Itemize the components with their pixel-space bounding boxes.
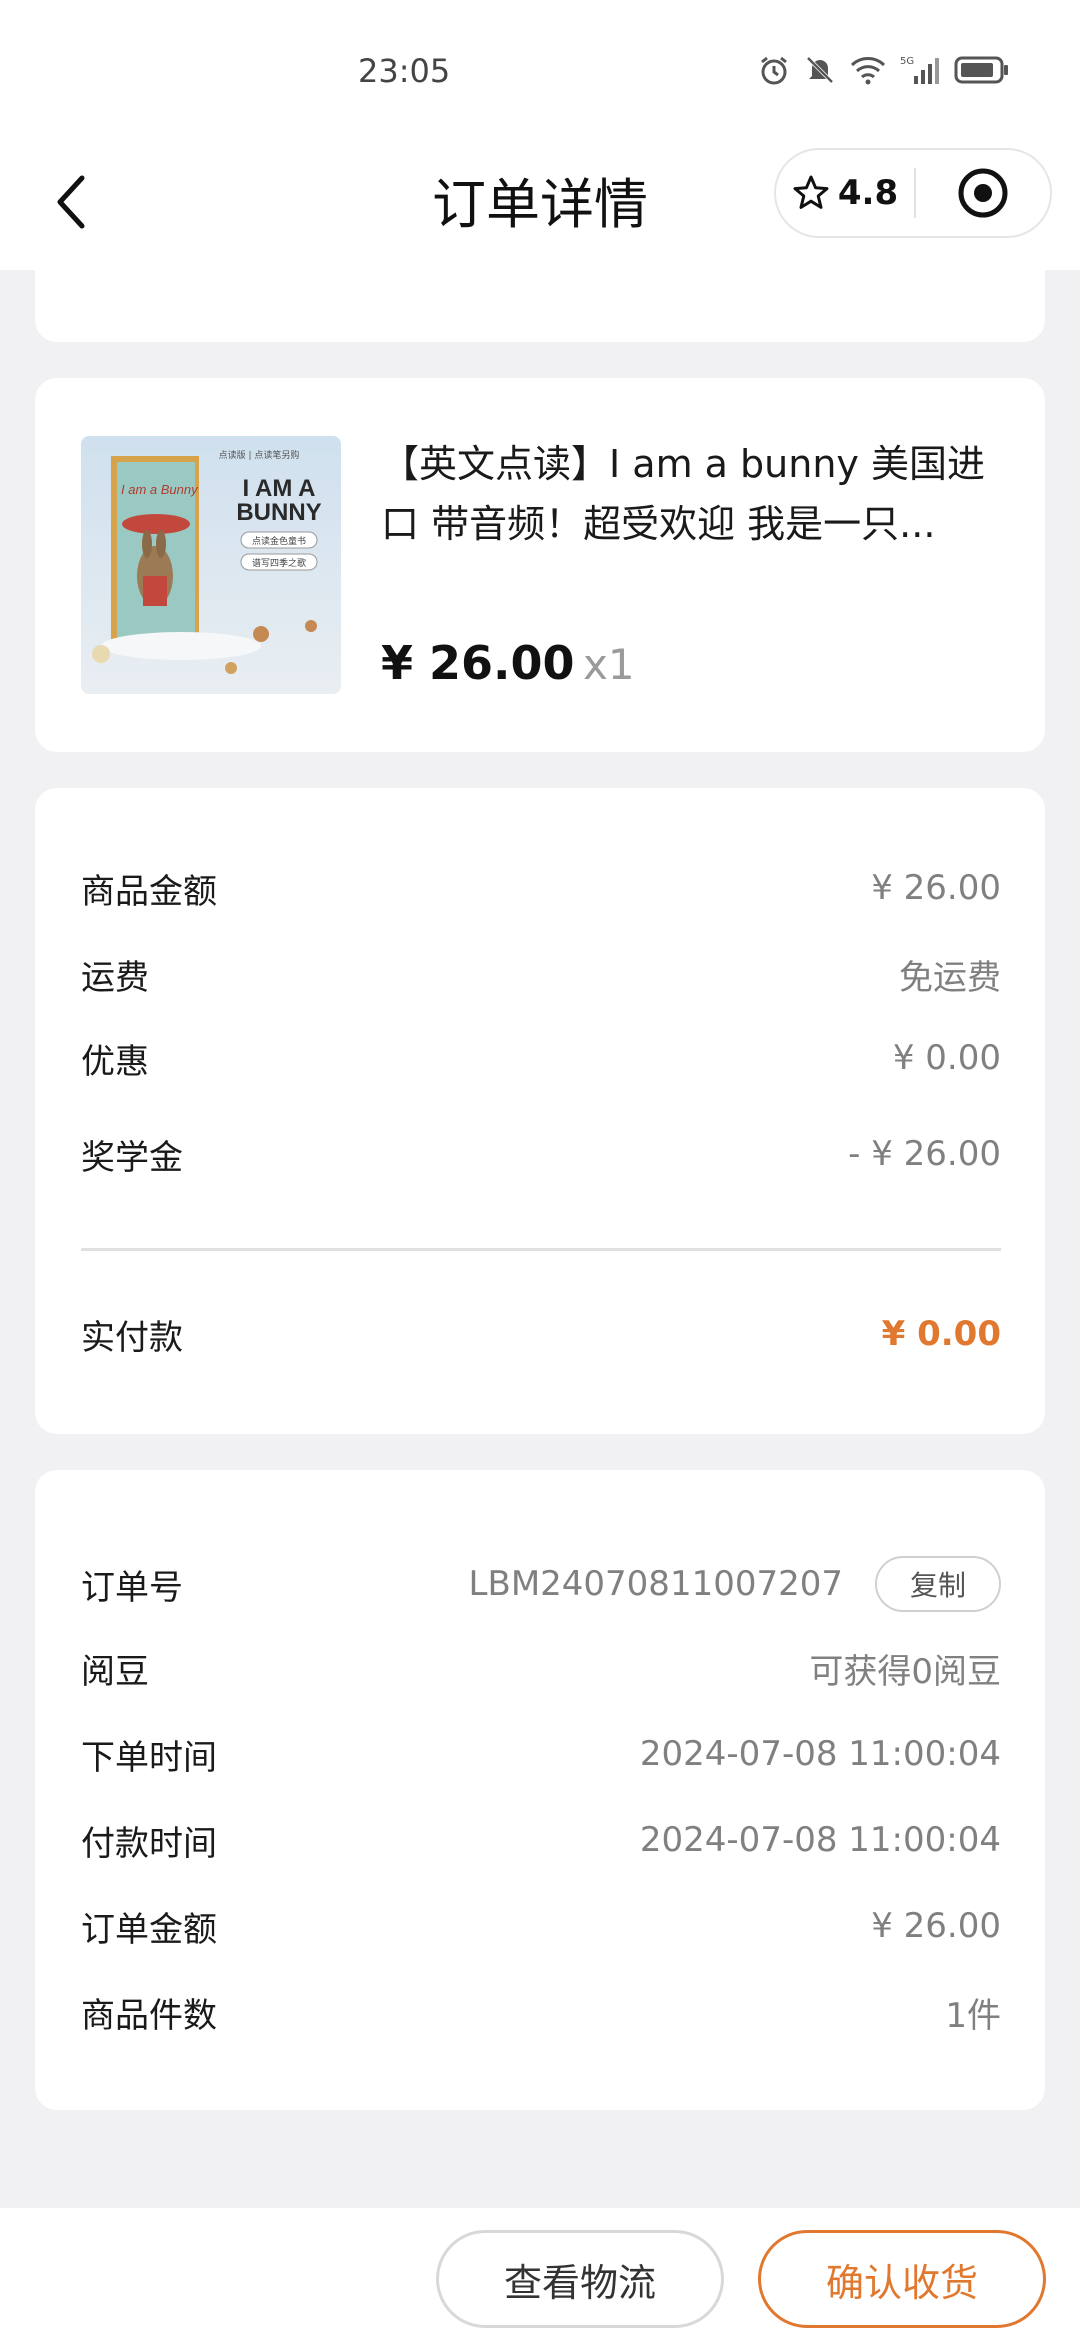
price-row-goods: 商品金额 ¥ 26.00 [81,858,1001,918]
price-row-scholarship: 奖学金 - ¥ 26.00 [81,1124,1001,1184]
back-button[interactable] [40,162,100,242]
bottom-action-bar: 查看物流 确认收货 [0,2208,1080,2344]
battery-icon [954,56,1008,84]
row-label: 商品金额 [81,871,217,912]
row-label: 下单时间 [81,1737,217,1778]
total-label: 实付款 [81,1317,183,1358]
order-detail-page: 23:05 5G 订单详情 4.8 I am a Bunny 点读版 | 点读笔… [0,0,1080,2344]
row-label: 运费 [81,957,149,998]
product-card[interactable]: I am a Bunny 点读版 | 点读笔另购 I AM A BUNNY 点读… [35,378,1045,752]
divider [81,1248,1001,1251]
row-label: 优惠 [81,1041,149,1082]
rating-button[interactable]: 4.8 [776,150,914,236]
svg-text:BUNNY: BUNNY [236,499,321,526]
row-label: 阅豆 [81,1651,149,1692]
alarm-icon [761,56,787,85]
row-value: - ¥ 26.00 [848,1134,1001,1174]
copy-button[interactable]: 复制 [875,1556,1001,1612]
order-row-amount: 订单金额 ¥ 26.00 [81,1896,1001,1956]
view-logistics-button[interactable]: 查看物流 [436,2230,724,2328]
product-image: I am a Bunny 点读版 | 点读笔另购 I AM A BUNNY 点读… [81,436,341,694]
svg-text:谱写四季之歌: 谱写四季之歌 [252,557,306,569]
status-bar: 23:05 5G [0,0,1080,140]
confirm-receipt-button[interactable]: 确认收货 [758,2230,1046,2328]
order-number-row: 订单号 LBM24070811007207 复制 [81,1554,1001,1614]
wifi-icon [850,57,886,85]
product-quantity: x1 [583,640,635,689]
row-value: 1件 [945,1995,1001,2036]
row-value: 免运费 [899,957,1001,998]
svg-text:5G: 5G [900,56,914,67]
signal-5g-icon: 5G [900,56,939,84]
row-label: 付款时间 [81,1823,217,1864]
close-program-button[interactable] [916,150,1050,236]
order-number-label: 订单号 [81,1567,183,1608]
price-row-discount: 优惠 ¥ 0.00 [81,1028,1001,1088]
order-row-count: 商品件数 1件 [81,1982,1001,2042]
product-title: 【英文点读】I am a bunny 美国进口 带音频！超受欢迎 我是一只... [381,442,985,546]
row-value: ¥ 0.00 [892,1038,1001,1078]
product-price: ¥ 26.00 [381,636,575,690]
row-label: 订单金额 [81,1909,217,1950]
svg-text:点读金色童书: 点读金色童书 [252,535,306,547]
svg-text:I am a Bunny: I am a Bunny [121,482,199,497]
mini-program-capsule: 4.8 [774,148,1052,238]
total-value: ¥ 0.00 [881,1314,1001,1354]
row-label: 奖学金 [81,1137,183,1178]
status-icons: 5G [758,54,1010,86]
row-value: 可获得0阅豆 [809,1651,1001,1692]
svg-text:I AM A: I AM A [243,475,316,502]
price-row-total: 实付款 ¥ 0.00 [81,1304,1001,1364]
row-value: ¥ 26.00 [871,868,1001,908]
price-summary-card: 商品金额 ¥ 26.00 运费 免运费 优惠 ¥ 0.00 奖学金 - ¥ 26… [35,788,1045,1434]
order-number-value: LBM24070811007207 [468,1564,843,1604]
row-value: 2024-07-08 11:00:04 [639,1734,1001,1774]
target-icon [958,168,1008,218]
address-card [35,240,1045,342]
row-value: ¥ 26.00 [871,1906,1001,1946]
mute-icon [806,56,834,84]
svg-text:点读版 | 点读笔另购: 点读版 | 点读笔另购 [219,449,300,461]
row-value: 2024-07-08 11:00:04 [639,1820,1001,1860]
order-info-card: 订单号 LBM24070811007207 复制 阅豆 可获得0阅豆 下单时间 … [35,1470,1045,2110]
price-row-shipping: 运费 免运费 [81,944,1001,1004]
status-time: 23:05 [358,52,451,90]
chevron-left-icon [57,175,85,229]
order-row-order-time: 下单时间 2024-07-08 11:00:04 [81,1724,1001,1784]
star-icon [793,175,829,209]
order-row-pay-time: 付款时间 2024-07-08 11:00:04 [81,1810,1001,1870]
rating-value: 4.8 [837,173,899,213]
order-row-beans: 阅豆 可获得0阅豆 [81,1638,1001,1698]
row-label: 商品件数 [81,1995,217,2036]
